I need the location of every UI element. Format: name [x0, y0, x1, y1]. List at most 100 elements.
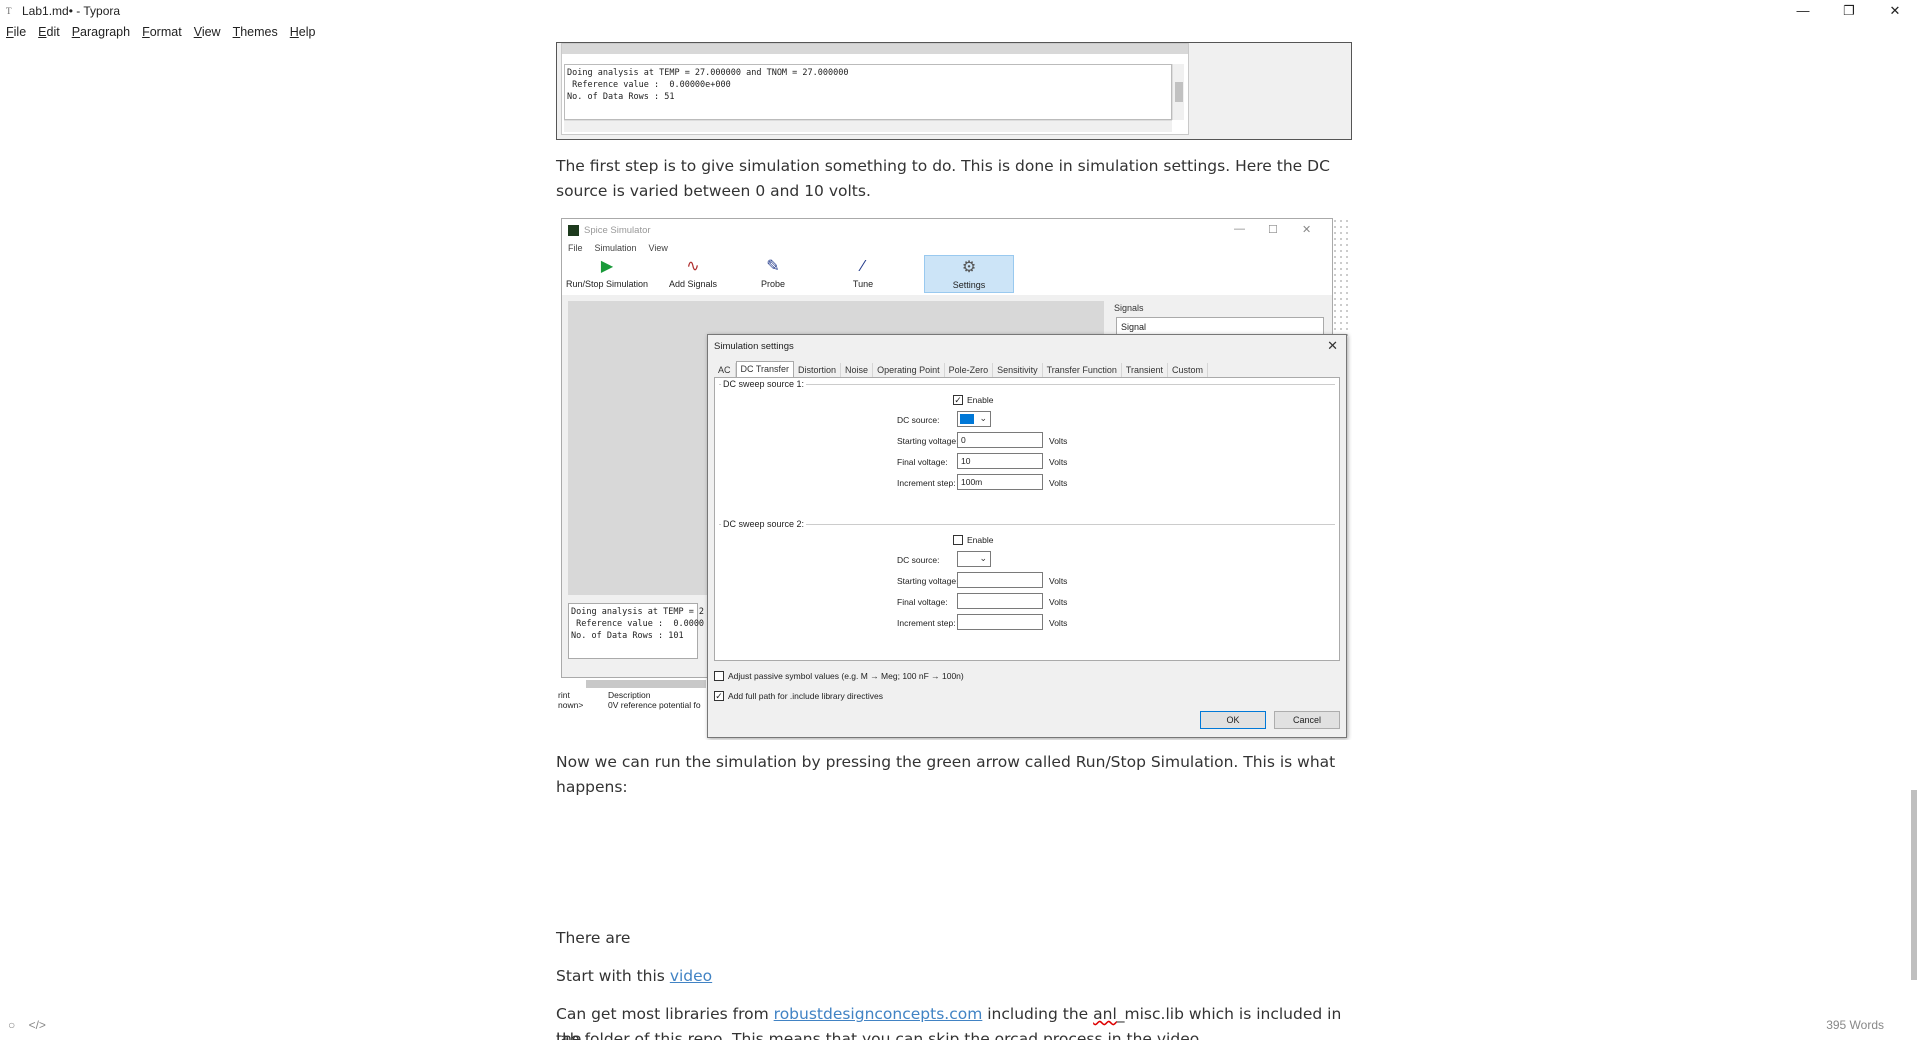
step-1-field: 100m	[957, 474, 1043, 490]
close-button[interactable]: ✕	[1872, 0, 1918, 22]
spice-title: Spice Simulator	[584, 225, 651, 236]
dialog-tabs: AC DC Transfer Distortion Noise Operatin…	[714, 361, 1209, 377]
menu-format[interactable]: Format	[136, 22, 188, 44]
spice-log-box: Doing analysis at TEMP = 2 Reference val…	[568, 603, 704, 659]
sweep-source-1-group: DC sweep source 1: ✓ Enable DC source: ⌄…	[719, 379, 1335, 494]
sweep-source-2-group: DC sweep source 2: Enable DC source: ⌄ S…	[719, 519, 1335, 634]
probe-icon: ✎	[766, 258, 780, 275]
video-link[interactable]: video	[670, 967, 712, 985]
step-2-label: Increment step:	[897, 618, 956, 628]
spellcheck-word: anl	[1093, 1005, 1117, 1023]
libraries-mid: including the	[982, 1005, 1094, 1023]
adjust-passive-checkbox	[714, 671, 724, 681]
final-2-label: Final voltage:	[897, 597, 948, 607]
spice-menu-view: View	[648, 243, 668, 253]
word-count[interactable]: 395 Words	[1826, 1018, 1884, 1032]
minimize-button[interactable]: —	[1780, 0, 1826, 22]
final-1-label: Final voltage:	[897, 457, 948, 467]
adjust-passive-label: Adjust passive symbol values (e.g. M → M…	[728, 671, 964, 681]
tab-dc-transfer: DC Transfer	[735, 361, 795, 377]
enable-1-checkbox: ✓	[953, 395, 963, 405]
cancel-button: Cancel	[1274, 711, 1340, 729]
add-signals-icon: ∿	[686, 258, 700, 275]
paragraph-there-are: There are	[556, 929, 631, 947]
paragraph-intro: The first step is to give simulation som…	[556, 157, 1330, 200]
signals-label: Signals	[1114, 303, 1144, 313]
tab-pole-zero: Pole-Zero	[945, 363, 994, 377]
typora-app-icon: T	[6, 6, 12, 16]
strip-col2b: 0V reference potential fo	[608, 700, 701, 710]
status-left: ○ </>	[8, 1018, 46, 1032]
step-1-label: Increment step:	[897, 478, 956, 488]
plot-bottom-edge	[562, 44, 1188, 54]
final-2-units: Volts	[1049, 597, 1068, 607]
strip-col2: Description	[608, 690, 651, 700]
menu-edit[interactable]: Edit	[32, 22, 66, 44]
robustdesign-link[interactable]: robustdesignconcepts.com	[774, 1005, 983, 1023]
final-1-field: 10	[957, 453, 1043, 469]
video-prefix: Start with this	[556, 967, 670, 985]
dialog-title: Simulation settings	[714, 341, 794, 352]
spice-minimize-icon: —	[1234, 223, 1245, 235]
start-1-field: 0	[957, 432, 1043, 448]
spice-toolbar: ▶ Run/Stop Simulation ∿ Add Signals ✎ Pr…	[562, 255, 1332, 295]
run-stop-label: Run/Stop Simulation	[565, 279, 649, 289]
enable-2-checkbox	[953, 535, 963, 545]
source-code-toggle-icon[interactable]: </>	[29, 1018, 46, 1032]
add-signals-label: Add Signals	[668, 279, 718, 289]
run-arrow-icon: ▶	[600, 258, 614, 275]
embedded-screenshot-settings: Spice Simulator — ☐ ✕ File Simulation Vi…	[556, 218, 1352, 740]
strip-scroll	[586, 680, 706, 688]
log-scroll-thumb	[1175, 82, 1183, 102]
maximize-button[interactable]: ❐	[1826, 0, 1872, 22]
start-2-label: Starting voltage:	[897, 576, 959, 586]
tune-icon: ⁄	[861, 258, 865, 275]
spice-title-bar: Spice Simulator — ☐ ✕	[562, 219, 1332, 241]
outline-toggle-icon[interactable]: ○	[8, 1018, 15, 1032]
spice-app-icon	[568, 225, 579, 236]
sweep-source-1-label: DC sweep source 1:	[721, 379, 807, 389]
spice-close-icon: ✕	[1302, 224, 1312, 236]
menu-view[interactable]: View	[188, 22, 227, 44]
title-bar: T Lab1.md• - Typora — ❐ ✕	[0, 0, 1920, 22]
menu-help[interactable]: Help	[284, 22, 322, 44]
spice-menu-simulation: Simulation	[594, 243, 637, 253]
start-2-units: Volts	[1049, 576, 1068, 586]
menu-themes[interactable]: Themes	[227, 22, 284, 44]
step-1-units: Volts	[1049, 478, 1068, 488]
tab-operating-point: Operating Point	[873, 363, 945, 377]
probe-tool: ✎ Probe	[748, 255, 798, 293]
dc-source-1-label: DC source:	[897, 415, 940, 425]
tab-ac: AC	[714, 363, 736, 377]
strip-col1b: nown>	[558, 700, 584, 710]
full-path-label: Add full path for .include library direc…	[728, 691, 883, 701]
spice-log-text: Doing analysis at TEMP = 2 Reference val…	[571, 607, 705, 641]
tab-distortion: Distortion	[794, 363, 842, 377]
embedded-screenshot-log: Doing analysis at TEMP = 27.000000 and T…	[556, 42, 1352, 140]
tab-sensitivity: Sensitivity	[993, 363, 1043, 377]
signals-list-header: Signal	[1116, 317, 1324, 335]
add-signals-tool: ∿ Add Signals	[658, 255, 728, 293]
run-stop-tool: ▶ Run/Stop Simulation	[564, 255, 650, 293]
document-scrollbar-thumb[interactable]	[1911, 790, 1917, 980]
menu-bar: File Edit Paragraph Format View Themes H…	[0, 22, 321, 44]
chevron-down-icon: ⌄	[979, 413, 987, 423]
paragraph-lab-folder: lab folder of this repo. This means that…	[556, 1030, 1204, 1040]
enable-2-label: Enable	[967, 535, 994, 545]
log-panel: Doing analysis at TEMP = 27.000000 and T…	[561, 43, 1189, 135]
settings-label: Settings	[952, 280, 986, 290]
tab-transient: Transient	[1122, 363, 1169, 377]
simulation-settings-dialog: Simulation settings ✕ AC DC Transfer Dis…	[707, 334, 1347, 738]
menu-paragraph[interactable]: Paragraph	[66, 22, 136, 44]
dc-source-1-selection	[960, 414, 974, 424]
full-path-checkbox: ✓	[714, 691, 724, 701]
probe-label: Probe	[760, 279, 786, 289]
dc-transfer-panel: DC sweep source 1: ✓ Enable DC source: ⌄…	[714, 377, 1340, 661]
chevron-down-icon: ⌄	[979, 553, 987, 563]
strip-col1: rint	[558, 690, 570, 700]
final-1-units: Volts	[1049, 457, 1068, 467]
start-1-units: Volts	[1049, 436, 1068, 446]
dialog-close-icon: ✕	[1327, 338, 1338, 353]
menu-file[interactable]: File	[0, 22, 32, 44]
step-2-units: Volts	[1049, 618, 1068, 628]
